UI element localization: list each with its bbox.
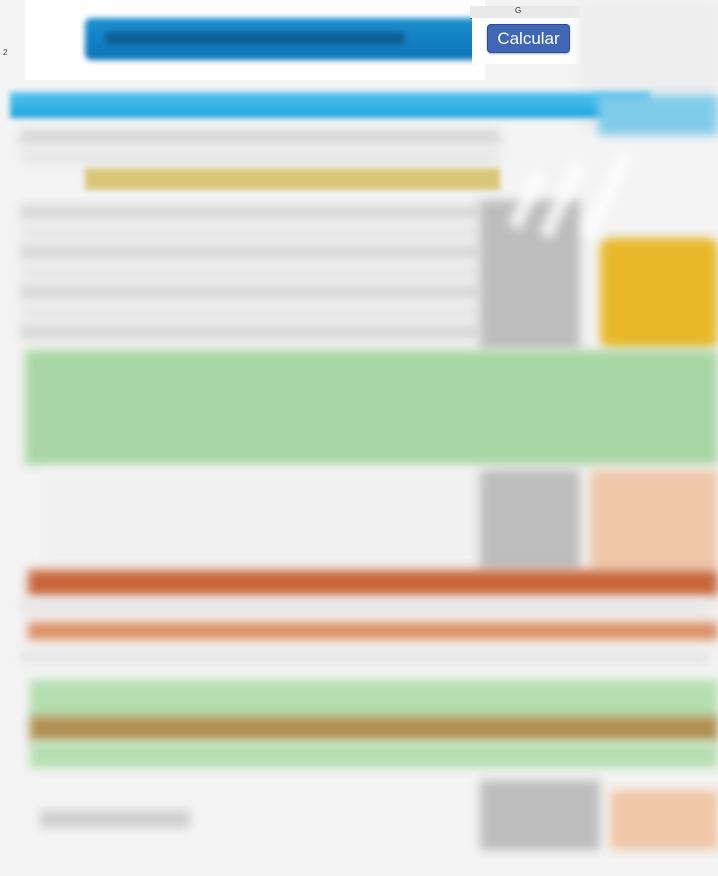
orange-header-row <box>28 570 718 596</box>
result-box <box>600 238 718 348</box>
section-header-band <box>10 92 650 118</box>
green-row <box>30 680 718 720</box>
table-row <box>20 150 500 164</box>
table-row <box>20 600 710 614</box>
table-row <box>20 325 480 339</box>
highlight-row <box>85 168 500 190</box>
column-letter: G <box>515 6 522 15</box>
peach-section <box>610 790 718 850</box>
table-row <box>20 305 480 319</box>
calcular-button[interactable]: Calcular <box>487 24 570 53</box>
table-row <box>20 245 480 259</box>
table-row <box>20 285 480 299</box>
overlay-mark <box>581 151 633 239</box>
input-section <box>40 470 490 565</box>
table-row <box>20 130 500 144</box>
footer-text <box>40 810 190 828</box>
table-row <box>20 650 710 664</box>
value-column <box>480 470 580 570</box>
olive-row <box>30 716 718 742</box>
orange-row <box>28 622 718 640</box>
sheet-title-banner <box>85 18 480 60</box>
table-row <box>20 205 480 219</box>
table-row <box>20 265 480 279</box>
row-number: 2 <box>3 48 8 57</box>
sheet-title-text-blurred <box>105 32 405 44</box>
value-column <box>480 780 600 850</box>
peach-section <box>590 470 718 570</box>
green-section <box>25 350 718 465</box>
section-header-band-right <box>598 95 718 135</box>
green-row <box>30 742 718 768</box>
value-column <box>480 200 580 350</box>
table-row <box>20 225 480 239</box>
